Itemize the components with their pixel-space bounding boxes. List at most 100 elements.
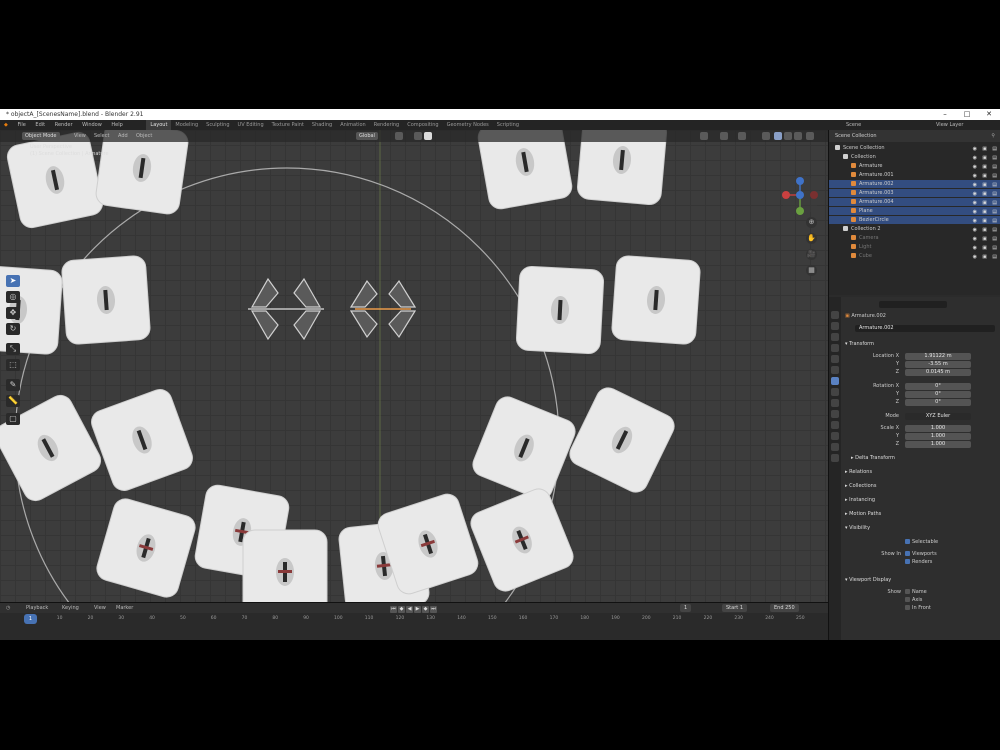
viewport-menu-add[interactable]: Add	[118, 130, 128, 142]
display-name-checkbox[interactable]: Name	[905, 589, 927, 596]
cursor-icon[interactable]: ◎	[6, 291, 20, 303]
outliner-row[interactable]: Scene Collection ◉ ▣ ▤	[829, 144, 1000, 152]
camera-icon[interactable]: ▣	[982, 253, 987, 261]
outliner-filter-icon[interactable]: ⚲	[991, 130, 995, 142]
workspace-tab-modeling[interactable]: Modeling	[171, 120, 202, 130]
eye-icon[interactable]: ◉	[973, 235, 977, 243]
next-key-icon[interactable]: ◆	[422, 606, 429, 613]
workspace-tab-compositing[interactable]: Compositing	[403, 120, 442, 130]
data-tab-icon[interactable]	[831, 432, 839, 440]
viewport-menu-object[interactable]: Object	[136, 130, 152, 142]
prev-key-icon[interactable]: ◆	[398, 606, 405, 613]
rotate-icon[interactable]: ↻	[6, 323, 20, 335]
measure-icon[interactable]: 📏	[6, 395, 20, 407]
pivot-icon[interactable]	[395, 132, 403, 140]
outliner-row[interactable]: Plane ◉ ▣ ▤	[829, 207, 1000, 215]
outliner-row[interactable]: Collection ◉ ▣ ▤	[829, 153, 1000, 161]
output-tab-icon[interactable]	[831, 333, 839, 341]
shading-options-icon[interactable]	[806, 132, 814, 140]
add-cube-icon[interactable]: ▢	[6, 413, 20, 425]
camera-icon[interactable]: ▣	[982, 235, 987, 243]
visibility-icon[interactable]	[700, 132, 708, 140]
end-frame-field[interactable]: End 250	[770, 604, 799, 612]
blender-logo-icon[interactable]: ◆	[0, 120, 12, 130]
instancing-section[interactable]: ▸ Instancing	[845, 497, 875, 503]
motion-paths-section[interactable]: ▸ Motion Paths	[845, 511, 881, 517]
render-icon[interactable]: ▤	[992, 226, 997, 234]
render-icon[interactable]: ▤	[992, 181, 997, 189]
eye-icon[interactable]: ◉	[973, 172, 977, 180]
camera-icon[interactable]: ▣	[982, 199, 987, 207]
menu-window[interactable]: Window	[78, 120, 106, 130]
camera-icon[interactable]: ▣	[982, 208, 987, 216]
render-tab-icon[interactable]	[831, 322, 839, 330]
render-icon[interactable]: ▤	[992, 190, 997, 198]
timeline-menu-view[interactable]: View	[94, 603, 106, 613]
eye-icon[interactable]: ◉	[973, 163, 977, 171]
annotate-icon[interactable]: ✎	[6, 379, 20, 391]
maximize-button[interactable]: □	[956, 109, 978, 120]
move-icon[interactable]: ✥	[6, 307, 20, 319]
minimize-button[interactable]: –	[934, 109, 956, 120]
workspace-tab-animation[interactable]: Animation	[336, 120, 370, 130]
workspace-tab-shading[interactable]: Shading	[308, 120, 336, 130]
proportional-edit-icon[interactable]	[424, 132, 432, 140]
object-tab-icon[interactable]	[831, 377, 839, 385]
location-z-field[interactable]: 0.0145 m	[905, 369, 971, 376]
scale-y-field[interactable]: 1.000	[905, 433, 971, 440]
render-icon[interactable]: ▤	[992, 145, 997, 153]
scale-icon[interactable]: ⤡	[6, 343, 20, 355]
render-icon[interactable]: ▤	[992, 154, 997, 162]
outliner-row[interactable]: Cube ◉ ▣ ▤	[829, 252, 1000, 260]
camera-icon[interactable]: ▣	[982, 145, 987, 153]
scene-tab-icon[interactable]	[831, 355, 839, 363]
viewport-display-section[interactable]: ▾ Viewport Display	[845, 577, 891, 583]
scale-z-field[interactable]: 1.000	[905, 441, 971, 448]
render-icon[interactable]: ▤	[992, 172, 997, 180]
timeline-menu-marker[interactable]: Marker	[116, 603, 133, 613]
selectable-checkbox[interactable]: Selectable	[905, 539, 938, 546]
visibility-section[interactable]: ▾ Visibility	[845, 525, 870, 531]
jump-end-icon[interactable]: ⏭	[430, 606, 437, 613]
rotation-z-field[interactable]: 0°	[905, 399, 971, 406]
camera-icon[interactable]: ▣	[982, 172, 987, 180]
constraints-tab-icon[interactable]	[831, 421, 839, 429]
bone-tab-icon[interactable]	[831, 443, 839, 451]
eye-icon[interactable]: ◉	[973, 226, 977, 234]
viewports-checkbox[interactable]: Viewports	[905, 551, 937, 558]
eye-icon[interactable]: ◉	[973, 145, 977, 153]
camera-icon[interactable]: ▣	[982, 181, 987, 189]
camera-icon[interactable]: ▣	[982, 244, 987, 252]
eye-icon[interactable]: ◉	[973, 181, 977, 189]
scene-selector[interactable]: Scene	[842, 120, 865, 130]
viewport-menu-view[interactable]: View	[74, 130, 86, 142]
shading-rendered-icon[interactable]	[794, 132, 802, 140]
outliner-row[interactable]: Collection 2 ◉ ▣ ▤	[829, 225, 1000, 233]
render-icon[interactable]: ▤	[992, 208, 997, 216]
camera-icon[interactable]: ▣	[982, 217, 987, 225]
object-name-field[interactable]: Armature.002	[855, 325, 995, 332]
shading-material-icon[interactable]	[784, 132, 792, 140]
view-layer-selector[interactable]: View Layer	[932, 120, 967, 130]
render-icon[interactable]: ▤	[992, 235, 997, 243]
menu-edit[interactable]: Edit	[31, 120, 49, 130]
physics-tab-icon[interactable]	[831, 410, 839, 418]
outliner-row[interactable]: Armature.003 ◉ ▣ ▤	[829, 189, 1000, 197]
eye-icon[interactable]: ◉	[973, 154, 977, 162]
eye-icon[interactable]: ◉	[973, 208, 977, 216]
outliner-row[interactable]: BezierCircle ◉ ▣ ▤	[829, 216, 1000, 224]
transform-orientation-selector[interactable]: Global	[356, 132, 378, 140]
menu-file[interactable]: File	[13, 120, 29, 130]
eye-icon[interactable]: ◉	[973, 244, 977, 252]
render-icon[interactable]: ▤	[992, 253, 997, 261]
eye-icon[interactable]: ◉	[973, 217, 977, 225]
play-icon[interactable]: ▶	[414, 606, 421, 613]
outliner-row[interactable]: Armature.004 ◉ ▣ ▤	[829, 198, 1000, 206]
frame-ruler[interactable]: 10 20 30 40 50 60 70 80 90 100 110 120 130 140 150 160 1…	[0, 615, 828, 625]
transform-icon[interactable]: ⬚	[6, 359, 20, 371]
overlay-icon[interactable]	[738, 132, 746, 140]
location-y-field[interactable]: -3.55 m	[905, 361, 971, 368]
render-icon[interactable]: ▤	[992, 199, 997, 207]
ortho-toggle-icon[interactable]: ▦	[806, 265, 817, 276]
3d-viewport[interactable]: Object Mode View Select Add Object Globa…	[0, 130, 828, 602]
